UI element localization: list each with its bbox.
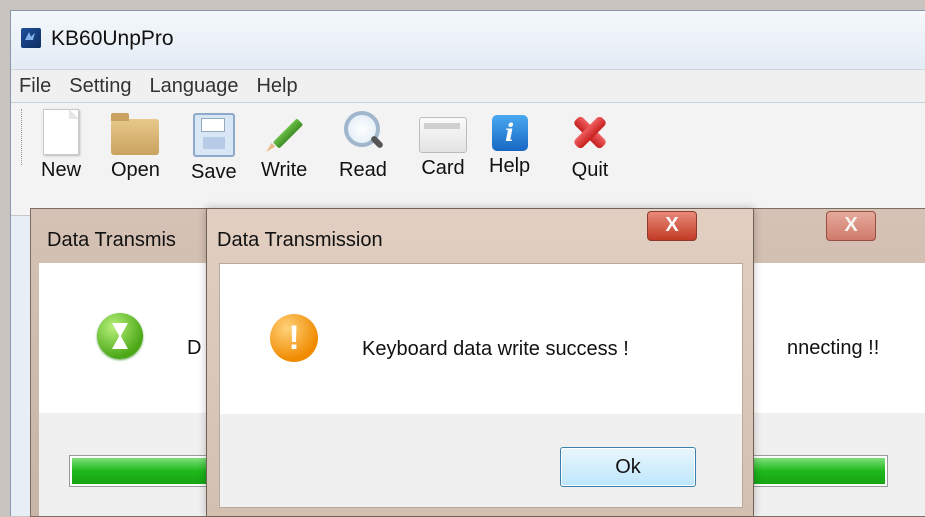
dialog-body: ! Keyboard data write success ! Ok <box>219 263 743 508</box>
menu-setting[interactable]: Setting <box>69 75 131 98</box>
read-button[interactable]: Read <box>339 109 387 182</box>
new-label: New <box>41 159 82 181</box>
card-label: Card <box>421 157 465 179</box>
card-icon <box>419 117 467 153</box>
help-button[interactable]: i Help <box>489 109 530 178</box>
close-x-icon <box>567 109 613 155</box>
hourglass-icon <box>97 313 143 359</box>
dialog-message: Keyboard data write success ! <box>362 338 629 360</box>
warning-icon: ! <box>270 314 318 362</box>
toolbar: New Open Save Write Read Card i Help Qui <box>11 103 925 216</box>
dialog-close-button[interactable]: X <box>647 211 697 241</box>
pencil-icon <box>261 109 307 155</box>
ok-button[interactable]: Ok <box>560 447 696 487</box>
read-label: Read <box>339 159 387 181</box>
app-icon <box>21 28 41 48</box>
title-bar: KB60UnpPro <box>11 11 925 69</box>
save-label: Save <box>191 161 237 183</box>
menu-help[interactable]: Help <box>256 75 297 98</box>
back-close-button[interactable]: X <box>826 211 876 241</box>
write-button[interactable]: Write <box>261 109 307 182</box>
toolbar-grip[interactable] <box>21 109 25 165</box>
menu-language[interactable]: Language <box>150 75 239 98</box>
window-title: KB60UnpPro <box>51 27 174 50</box>
dialog-title: Data Transmission <box>217 229 383 251</box>
data-transmission-dialog: Data Transmission X ! Keyboard data writ… <box>206 208 754 517</box>
back-message-left: D <box>187 337 202 359</box>
floppy-disk-icon <box>192 113 235 157</box>
card-button[interactable]: Card <box>419 109 467 180</box>
new-button[interactable]: New <box>41 109 81 182</box>
quit-label: Quit <box>571 159 609 181</box>
magnifier-icon <box>340 109 386 155</box>
write-label: Write <box>261 159 308 181</box>
menu-file[interactable]: File <box>19 75 51 98</box>
info-icon: i <box>491 115 528 151</box>
back-dialog-title: Data Transmis <box>47 229 176 251</box>
quit-button[interactable]: Quit <box>567 109 613 182</box>
folder-icon <box>111 113 160 155</box>
back-message-right: nnecting !! <box>787 337 880 359</box>
save-button[interactable]: Save <box>191 109 237 184</box>
open-label: Open <box>111 159 160 181</box>
new-document-icon <box>43 109 79 155</box>
menu-bar: File Setting Language Help <box>11 69 925 103</box>
help-label: Help <box>489 155 531 177</box>
open-button[interactable]: Open <box>111 109 160 182</box>
